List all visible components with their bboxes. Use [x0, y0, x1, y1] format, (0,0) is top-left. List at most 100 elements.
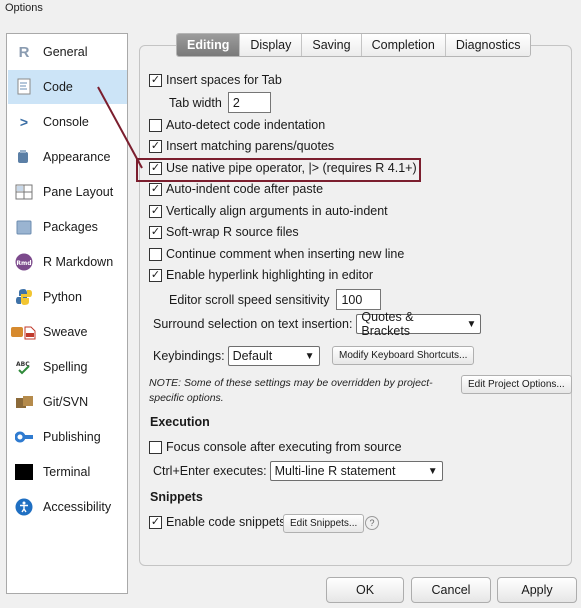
continue-comment-checkbox[interactable]: [149, 247, 162, 261]
tab-display[interactable]: Display: [240, 34, 303, 56]
sidebar-item-python[interactable]: Python: [8, 280, 127, 314]
tab-width-row: Tab width 2: [169, 92, 271, 113]
soft-wrap-checkbox[interactable]: ✓: [149, 225, 162, 239]
rmd-icon: Rmd: [15, 253, 33, 271]
focus-console-label: Focus console after executing from sourc…: [166, 440, 402, 454]
pane-layout-icon: [15, 183, 33, 201]
sidebar-item-r-markdown[interactable]: Rmd R Markdown: [8, 245, 127, 279]
keybindings-select[interactable]: Default ▼: [227, 346, 320, 366]
sidebar-item-label: Terminal: [43, 465, 91, 479]
edit-snippets-button[interactable]: Edit Snippets...: [283, 514, 365, 533]
sidebar-item-label: Pane Layout: [43, 185, 114, 199]
terminal-icon: [15, 463, 33, 481]
sidebar-item-label: Code: [43, 80, 73, 94]
vertical-align-checkbox[interactable]: ✓: [149, 204, 162, 218]
sidebar-item-sweave[interactable]: Sweave: [8, 315, 127, 349]
sidebar-item-console[interactable]: > Console: [8, 105, 127, 139]
sidebar-item-pane-layout[interactable]: Pane Layout: [8, 175, 127, 209]
surround-label: Surround selection on text insertion:: [153, 317, 353, 331]
scroll-speed-label: Editor scroll speed sensitivity: [169, 292, 330, 307]
sidebar-item-git-svn[interactable]: Git/SVN: [8, 385, 127, 419]
help-icon[interactable]: ?: [365, 516, 379, 530]
continue-comment-label: Continue comment when inserting new line: [166, 247, 405, 261]
chevron-down-icon: ▼: [304, 350, 315, 362]
surround-row: Surround selection on text insertion: Qu…: [153, 310, 482, 338]
auto-indent-label: Auto-indent code after paste: [166, 182, 324, 196]
tab-editing[interactable]: Editing: [177, 34, 241, 56]
enable-snippets-label: Enable code snippets: [166, 515, 286, 529]
hyperlink-label: Enable hyperlink highlighting in editor: [166, 268, 374, 282]
focus-console-checkbox[interactable]: [149, 440, 162, 454]
window-title: Options: [5, 2, 43, 14]
ctrl-enter-label: Ctrl+Enter executes:: [153, 464, 267, 478]
cancel-button[interactable]: Cancel: [411, 577, 491, 603]
auto-detect-row: Auto-detect code indentation: [149, 118, 325, 132]
keybindings-row: Keybindings: Default ▼: [153, 346, 320, 366]
hyperlink-checkbox[interactable]: ✓: [149, 268, 162, 282]
surround-select-value: Quotes & Brackets: [361, 310, 414, 338]
insert-spaces-checkbox[interactable]: ✓: [149, 73, 162, 87]
sidebar-item-code[interactable]: Code: [8, 70, 127, 104]
sidebar-item-label: Python: [43, 290, 82, 304]
sidebar-item-label: Packages: [43, 220, 98, 234]
apply-button[interactable]: Apply: [497, 577, 577, 603]
options-tabs: Editing Display Saving Completion Diagno…: [176, 33, 532, 57]
continue-comment-row: Continue comment when inserting new line: [149, 247, 404, 261]
sidebar-item-label: Console: [43, 115, 89, 129]
sidebar-item-label: R Markdown: [43, 255, 114, 269]
hyperlink-row: ✓ Enable hyperlink highlighting in edito…: [149, 268, 373, 282]
publishing-icon: [15, 428, 33, 446]
ok-button[interactable]: OK: [326, 577, 404, 603]
sidebar-item-label: General: [43, 45, 88, 59]
tab-width-input[interactable]: 2: [227, 92, 271, 113]
note-line-1: NOTE: Some of these settings may be over…: [149, 377, 433, 389]
scroll-speed-input[interactable]: 100: [336, 289, 382, 310]
modify-shortcuts-button[interactable]: Modify Keyboard Shortcuts...: [332, 346, 475, 365]
ctrl-enter-select[interactable]: Multi-line R statement ▼: [269, 461, 443, 481]
sidebar-item-label: Appearance: [43, 150, 111, 164]
keybindings-select-value: Default: [232, 349, 273, 363]
vertical-align-row: ✓ Vertically align arguments in auto-ind…: [149, 204, 388, 218]
sidebar-item-publishing[interactable]: Publishing: [8, 420, 127, 454]
soft-wrap-label: Soft-wrap R source files: [166, 225, 299, 239]
title-bar: Options: [0, 0, 581, 18]
sidebar-item-terminal[interactable]: Terminal: [8, 455, 127, 489]
surround-select[interactable]: Quotes & Brackets ▼: [356, 310, 482, 338]
spellcheck-icon: ABC: [15, 358, 33, 376]
enable-snippets-checkbox[interactable]: ✓: [149, 515, 162, 529]
sidebar-item-label: Sweave: [43, 325, 88, 339]
matching-parens-checkbox[interactable]: ✓: [149, 139, 162, 153]
matching-parens-row: ✓ Insert matching parens/quotes: [149, 139, 334, 153]
enable-snippets-row: ✓ Enable code snippets: [149, 515, 286, 529]
python-logo-icon: [15, 288, 33, 306]
package-box-icon: [15, 218, 33, 236]
tab-width-label: Tab width: [169, 95, 222, 110]
insert-spaces-label: Insert spaces for Tab: [166, 73, 282, 87]
note-line-2: specific options.: [149, 392, 224, 404]
git-svn-icon: [15, 393, 33, 411]
sidebar-item-packages[interactable]: Packages: [8, 210, 127, 244]
tab-completion[interactable]: Completion: [361, 34, 446, 56]
sidebar-item-appearance[interactable]: Appearance: [8, 140, 127, 174]
snippets-heading: Snippets: [150, 490, 203, 504]
execution-heading: Execution: [150, 415, 210, 429]
auto-detect-label: Auto-detect code indentation: [166, 118, 326, 132]
sidebar-item-spelling[interactable]: ABC Spelling: [8, 350, 127, 384]
tab-saving[interactable]: Saving: [302, 34, 362, 56]
scroll-speed-row: Editor scroll speed sensitivity 100: [169, 289, 382, 310]
options-sidebar: R General Code > Console Appearance Pane…: [6, 33, 128, 594]
r-logo-icon: R: [18, 43, 30, 61]
keybindings-label: Keybindings:: [153, 349, 225, 363]
insert-spaces-row: ✓ Insert spaces for Tab: [149, 73, 282, 87]
sidebar-item-accessibility[interactable]: Accessibility: [8, 490, 127, 524]
auto-indent-checkbox[interactable]: ✓: [149, 182, 162, 196]
sidebar-item-label: Publishing: [43, 430, 101, 444]
edit-project-options-button[interactable]: Edit Project Options...: [461, 375, 572, 394]
sidebar-item-label: Spelling: [43, 360, 88, 374]
accessibility-icon: [15, 498, 33, 516]
tab-diagnostics[interactable]: Diagnostics: [445, 34, 531, 56]
vertical-align-label: Vertically align arguments in auto-inden…: [166, 204, 388, 218]
sidebar-item-general[interactable]: R General: [8, 35, 127, 69]
chevron-down-icon: ▼: [466, 318, 477, 330]
auto-detect-checkbox[interactable]: [149, 118, 162, 132]
